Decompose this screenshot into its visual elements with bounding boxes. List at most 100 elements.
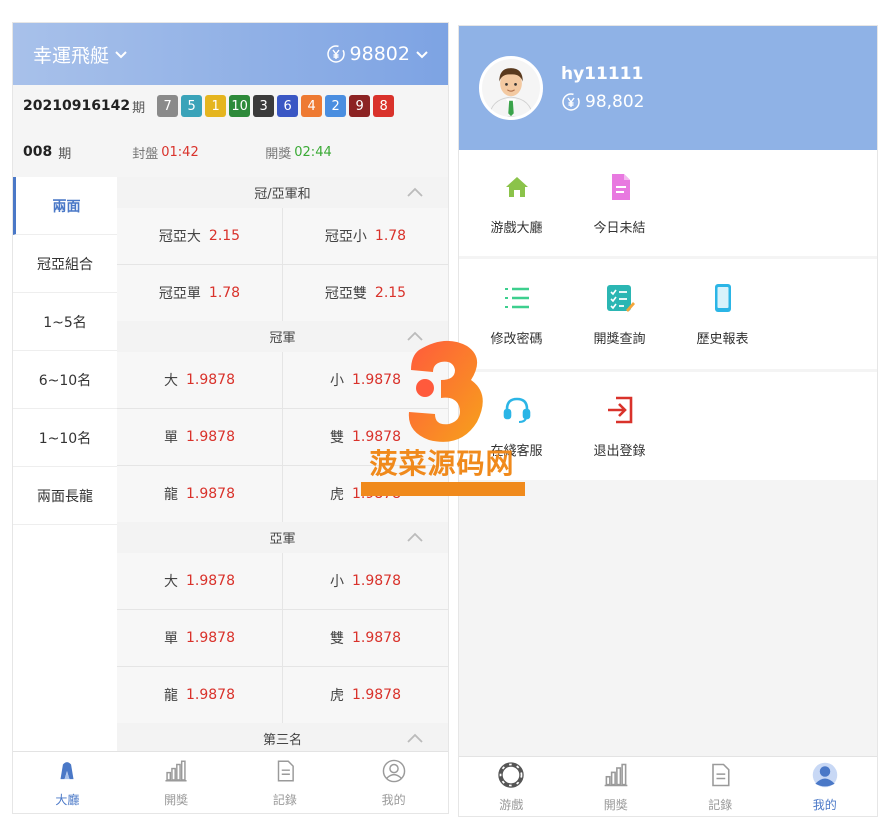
bet-section-header[interactable]: 冠/亞軍和 <box>117 177 448 208</box>
tab-label: 記錄 <box>708 797 733 812</box>
bet-option[interactable]: 大 1.9878 <box>117 352 282 408</box>
bet-option-name: 冠亞雙 <box>324 286 367 302</box>
bet-option-odds: 1.9878 <box>186 687 235 703</box>
menu-item-label: 修改密碼 <box>490 331 543 347</box>
draw-label: 開獎 <box>265 146 292 162</box>
menu-item-checklist[interactable]: 開獎查詢 <box>568 259 671 369</box>
result-ball: 8 <box>373 95 395 117</box>
home-icon <box>54 758 80 787</box>
tab-ring[interactable]: 游戲 <box>459 757 564 816</box>
bet-option[interactable]: 冠亞小 1.78 <box>283 208 448 264</box>
bet-option-odds: 1.9878 <box>352 372 401 388</box>
bet-options-area[interactable]: 冠/亞軍和 冠亞大 2.15 冠亞小 1.78 冠亞單 1.78 冠亞雙 2.15 冠軍大 1.98… <box>117 177 448 751</box>
bet-option[interactable]: 冠亞雙 2.15 <box>283 265 448 321</box>
bet-section-title: 冠/亞軍和 <box>254 187 311 202</box>
avatar[interactable] <box>479 56 543 120</box>
bet-section-header[interactable]: 第三名 <box>117 723 448 751</box>
play-type-tab[interactable]: 6~10名 <box>13 351 117 409</box>
balance-selector[interactable]: 98802 <box>326 43 430 65</box>
menu-item-home[interactable]: 游戲大廳 <box>465 150 568 256</box>
menu-card: 修改密碼 開獎查詢 歷史報表 <box>459 259 877 369</box>
tab-label: 記錄 <box>272 792 297 807</box>
last-period-number: 20210916142 <box>23 98 131 114</box>
result-ball: 5 <box>181 95 203 117</box>
bet-option-name: 大 <box>164 373 178 389</box>
play-type-tab[interactable]: 1~10名 <box>13 409 117 467</box>
result-ball: 7 <box>157 95 179 117</box>
bet-option-name: 雙 <box>330 631 344 647</box>
ring-icon <box>497 761 525 792</box>
bet-option-odds: 1.9878 <box>186 630 235 646</box>
bet-option[interactable]: 單 1.9878 <box>117 409 282 465</box>
home-icon <box>501 171 533 207</box>
bet-option[interactable]: 大 1.9878 <box>117 553 282 609</box>
current-period-number: 008 <box>23 144 53 160</box>
bet-option-name: 單 <box>164 430 178 446</box>
play-type-tab[interactable]: 冠亞組合 <box>13 235 117 293</box>
tab-bar-chart[interactable]: 開獎 <box>564 757 669 816</box>
bottom-tab-bar: 大廳 開獎 記錄 我的 <box>13 751 448 813</box>
bet-option[interactable]: 雙 1.9878 <box>283 409 448 465</box>
tab-user[interactable]: 我的 <box>773 757 878 816</box>
bet-section-header[interactable]: 冠軍 <box>117 321 448 352</box>
bet-option-odds: 1.78 <box>208 285 241 301</box>
bet-option-name: 龍 <box>164 688 178 704</box>
close-countdown: 01:42 <box>161 144 199 160</box>
tab-bar-chart[interactable]: 開獎 <box>122 752 231 813</box>
bet-option-odds: 1.9878 <box>186 429 235 445</box>
bet-option-odds: 1.9878 <box>352 687 401 703</box>
bet-option[interactable]: 龍 1.9878 <box>117 466 282 522</box>
tab-home[interactable]: 大廳 <box>13 752 122 813</box>
user-balance-value: 98,802 <box>585 92 645 112</box>
menu-item-label: 退出登錄 <box>593 443 646 459</box>
bet-section-title: 第三名 <box>262 733 302 748</box>
bet-option-odds: 2.15 <box>374 285 407 301</box>
tab-document[interactable]: 記錄 <box>231 752 340 813</box>
chevron-up-icon[interactable] <box>406 186 424 198</box>
lottery-betting-screen: 幸運飛艇 98802 20210916142 期 7 5 1 10 3 6 4 2 9 8 008… <box>12 22 449 814</box>
menu-item-logout[interactable]: 退出登錄 <box>568 372 671 480</box>
result-balls: 7 5 1 10 3 6 4 2 9 8 <box>157 95 395 117</box>
bet-option[interactable]: 虎 1.9878 <box>283 667 448 723</box>
chevron-up-icon[interactable] <box>406 531 424 543</box>
tab-label: 我的 <box>381 792 406 807</box>
play-type-tab[interactable]: 兩面 <box>13 177 117 235</box>
file-icon <box>604 171 636 207</box>
play-type-tab[interactable]: 1~5名 <box>13 293 117 351</box>
bet-option-name: 大 <box>164 574 178 590</box>
bet-option[interactable]: 單 1.9878 <box>117 610 282 666</box>
bet-option-name: 單 <box>164 631 178 647</box>
bet-option[interactable]: 小 1.9878 <box>283 553 448 609</box>
chevron-down-icon <box>115 51 127 59</box>
menu-item-phone[interactable]: 歷史報表 <box>671 259 774 369</box>
bet-option[interactable]: 雙 1.9878 <box>283 610 448 666</box>
bet-option[interactable]: 冠亞單 1.78 <box>117 265 282 321</box>
logout-icon <box>604 394 636 430</box>
user-info: hy11111 98,802 <box>561 64 644 112</box>
bet-option[interactable]: 小 1.9878 <box>283 352 448 408</box>
tab-user[interactable]: 我的 <box>339 752 448 813</box>
play-type-tab[interactable]: 兩面長龍 <box>13 467 117 525</box>
menu-item-label: 游戲大廳 <box>490 220 543 236</box>
bet-option-name: 小 <box>330 574 344 590</box>
bet-option[interactable]: 冠亞大 2.15 <box>117 208 282 264</box>
bet-option-odds: 1.9878 <box>186 486 235 502</box>
chevron-up-icon[interactable] <box>406 330 424 342</box>
bet-section-header[interactable]: 亞軍 <box>117 522 448 553</box>
tab-document[interactable]: 記錄 <box>668 757 773 816</box>
game-selector[interactable]: 幸運飛艇 <box>33 41 129 68</box>
bet-option[interactable]: 龍 1.9878 <box>117 667 282 723</box>
tab-label: 我的 <box>812 797 837 812</box>
chevron-up-icon[interactable] <box>406 732 424 744</box>
bottom-tab-bar: 游戲 開獎 記錄 我的 <box>459 756 877 816</box>
menu-item-headset[interactable]: 在綫客服 <box>465 372 568 480</box>
chevron-down-icon <box>416 51 428 59</box>
bet-option[interactable]: 虎 1.9878 <box>283 466 448 522</box>
menu-item-label: 今日未結 <box>593 220 646 236</box>
menu-item-label: 在綫客服 <box>490 443 543 459</box>
draw-countdown: 02:44 <box>294 144 332 160</box>
menu-item-list[interactable]: 修改密碼 <box>465 259 568 369</box>
menu-item-file[interactable]: 今日未結 <box>568 150 671 256</box>
menu-card: 游戲大廳 今日未結 <box>459 150 877 256</box>
user-icon <box>381 758 407 787</box>
